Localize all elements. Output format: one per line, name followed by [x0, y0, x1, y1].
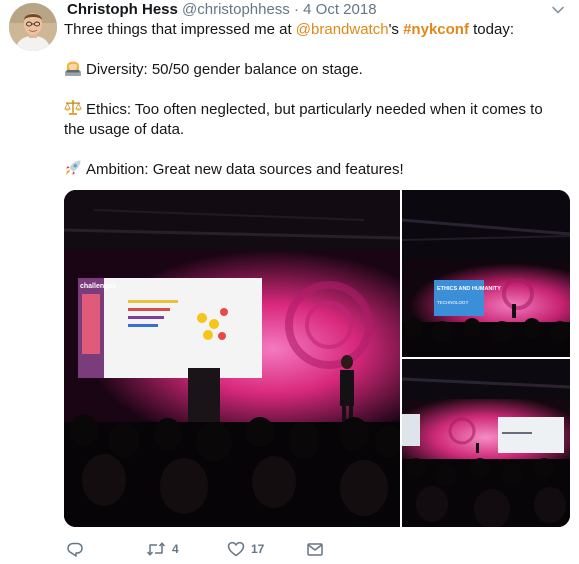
- tweet-menu-button[interactable]: [551, 3, 565, 17]
- media-photo-main[interactable]: challenges: [64, 190, 400, 527]
- header-separator: ·: [293, 1, 299, 18]
- author-handle[interactable]: @christophhess: [182, 1, 290, 18]
- screen-heading: challenges: [80, 283, 116, 290]
- like-button[interactable]: 17: [227, 538, 264, 560]
- chevron-down-icon: [552, 6, 564, 14]
- scales-emoji: [64, 100, 82, 115]
- envelope-icon: [307, 543, 323, 556]
- ambition-text: Ambition: Great new data sources and fea…: [86, 161, 404, 178]
- ethics-screen-heading: ETHICS AND HUMANITY: [437, 286, 501, 292]
- intro-text: Three things that impressed me at: [64, 21, 296, 38]
- media-photo-top-right[interactable]: ETHICS AND HUMANITY TECHNOLOGY: [402, 190, 570, 357]
- rocket-emoji: [66, 160, 81, 175]
- tweet-line-ambition: Ambition: Great new data sources and fea…: [64, 159, 564, 180]
- direct-message-button[interactable]: [306, 538, 324, 560]
- retweet-button[interactable]: 4: [146, 538, 179, 560]
- conference-stage-photo: challenges: [64, 190, 400, 527]
- reply-icon: [67, 542, 83, 557]
- tweet-text: Three things that impressed me at @brand…: [64, 20, 564, 180]
- tweet-media-grid: challenges ETHICS AND HUMANITY TECHNOLOG…: [64, 190, 570, 527]
- hashtag-link[interactable]: #nykconf: [403, 21, 469, 38]
- heart-icon: [227, 541, 245, 557]
- woman-technologist-emoji: [65, 61, 81, 76]
- ethics-text: Ethics: Too often neglected, but particu…: [64, 101, 543, 138]
- tweet-header: Christoph Hess @christophhess · 4 Oct 20…: [67, 1, 377, 19]
- ethics-screen-subheading: TECHNOLOGY: [437, 300, 469, 305]
- diversity-text: Diversity: 50/50 gender balance on stage…: [86, 61, 363, 78]
- avatar-photo: [9, 3, 57, 51]
- tweet-actions: 4 17: [64, 538, 344, 560]
- retweet-count: 4: [172, 542, 179, 556]
- mention-link[interactable]: @brandwatch: [296, 21, 389, 38]
- retweet-icon: [146, 542, 166, 556]
- conference-wide-photo: [402, 359, 570, 527]
- tweet-line-ethics: Ethics: Too often neglected, but particu…: [64, 99, 564, 140]
- tweet-intro: Three things that impressed me at @brand…: [64, 20, 564, 40]
- intro-text-after: today:: [468, 21, 514, 38]
- reply-button[interactable]: [66, 538, 90, 560]
- tweet-date[interactable]: 4 Oct 2018: [303, 1, 376, 18]
- intro-text-between: 's: [388, 21, 404, 38]
- avatar[interactable]: [9, 3, 57, 51]
- author-name[interactable]: Christoph Hess: [67, 1, 178, 18]
- conference-ethics-photo: ETHICS AND HUMANITY TECHNOLOGY: [402, 190, 570, 357]
- tweet-line-diversity: Diversity: 50/50 gender balance on stage…: [64, 59, 564, 80]
- media-photo-bottom-right[interactable]: [402, 359, 570, 527]
- like-count: 17: [251, 542, 265, 556]
